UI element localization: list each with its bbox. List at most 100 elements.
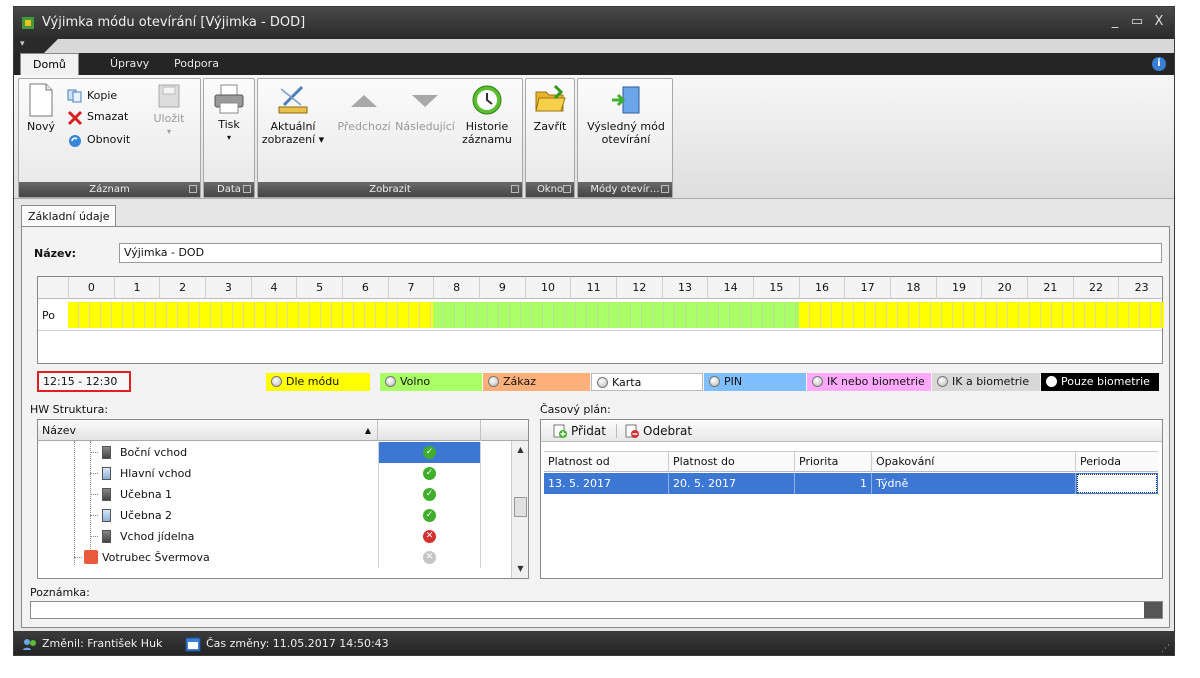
radio-icon[interactable] xyxy=(937,376,948,387)
radio-icon[interactable] xyxy=(597,377,608,388)
resize-grip-icon[interactable]: ⋰ xyxy=(1161,644,1170,654)
legend-item[interactable]: PIN xyxy=(704,373,806,391)
hw-tree-row[interactable]: Učebna 2 ✓ xyxy=(38,505,508,526)
legend-item[interactable]: IK nebo biometrie xyxy=(807,373,931,391)
save-dropdown-arrow: ▾ xyxy=(166,127,171,136)
hw-tree-row[interactable]: Hlavní vchod ✓ xyxy=(38,463,508,484)
hw-structure-tree[interactable]: Název ▲ Boční vchod ✓ Hlavní vchod ✓ Učebna 1… xyxy=(37,419,529,579)
dialog-launcher-icon[interactable] xyxy=(661,185,669,193)
ribbon-group-data: Tisk ▾ Data xyxy=(203,78,255,198)
legend-item[interactable]: Karta xyxy=(591,373,703,391)
legend-item[interactable]: IK a biometrie xyxy=(932,373,1040,391)
refresh-icon xyxy=(69,135,81,147)
refresh-button[interactable]: Obnovit xyxy=(67,131,147,149)
delete-button[interactable]: Smazat xyxy=(67,108,147,126)
note-expand-button[interactable] xyxy=(1144,602,1162,618)
radio-icon[interactable] xyxy=(1046,376,1057,387)
new-button[interactable]: Nový xyxy=(21,83,61,133)
info-icon[interactable]: i xyxy=(1152,57,1166,71)
tab-basic-info[interactable]: Základní údaje xyxy=(21,205,117,227)
cell-platnost-do[interactable]: 20. 5. 2017 xyxy=(669,473,795,494)
close-window-button[interactable]: Zavřít xyxy=(529,83,571,133)
toolbar-separator xyxy=(616,424,617,438)
radio-icon[interactable] xyxy=(271,376,282,387)
ok-icon: ✓ xyxy=(423,467,436,480)
cell-perioda[interactable] xyxy=(1077,474,1157,493)
dialog-launcher-icon[interactable] xyxy=(563,185,571,193)
hw-tree-row[interactable]: Učebna 1 ✓ xyxy=(38,484,508,505)
next-button[interactable]: Následující xyxy=(394,83,456,133)
hw-column-status[interactable] xyxy=(378,420,481,441)
legend-item[interactable]: Dle módu xyxy=(266,373,370,391)
col-platnost-do[interactable]: Platnost do xyxy=(669,452,795,472)
hw-tree-row[interactable]: Votrubec Švermova ✕ xyxy=(38,547,508,568)
col-priorita[interactable]: Priorita xyxy=(795,452,872,472)
tab-podpora[interactable]: Podpora xyxy=(162,53,231,75)
radio-icon[interactable] xyxy=(709,376,720,387)
note-field[interactable] xyxy=(30,601,1163,619)
cell-priorita[interactable]: 1 xyxy=(795,473,872,494)
cell-opakovani[interactable]: Týdně xyxy=(872,473,1076,494)
ribbon-group-zaznam: Nový Kopie Smazat Obnovit Uložit ▾ Zázna… xyxy=(18,78,201,198)
schedule-label: Časový plán: xyxy=(540,403,611,416)
save-button[interactable]: Uložit ▾ xyxy=(147,83,191,138)
scroll-thumb[interactable] xyxy=(514,497,527,517)
scroll-up-icon[interactable]: ▲ xyxy=(514,443,527,457)
dialog-launcher-icon[interactable] xyxy=(189,185,197,193)
cell-platnost-od[interactable]: 13. 5. 2017 xyxy=(544,473,669,494)
door-reader-icon xyxy=(102,467,111,480)
ok-icon: ✓ xyxy=(423,509,436,522)
name-field[interactable]: Výjimka - DOD xyxy=(119,243,1162,263)
hour-header-row: 0 1 2 3 4 5 6 7 8 9 10 11 12 13 14 15 16 17 18 19 20 21 22 23 xyxy=(38,277,1162,299)
add-schedule-button[interactable]: Přidat xyxy=(553,422,606,440)
tab-domu[interactable]: Domů xyxy=(20,53,79,76)
col-platnost-od[interactable]: Platnost od xyxy=(544,452,669,472)
ok-icon: ✓ xyxy=(423,488,436,501)
note-label: Poznámka: xyxy=(30,586,90,599)
legend-item[interactable]: Volno xyxy=(380,373,482,391)
hw-tree-row[interactable]: Vchod jídelna ✕ xyxy=(38,526,508,547)
timeline-segment[interactable] xyxy=(68,302,434,328)
close-button[interactable]: X xyxy=(1150,13,1168,31)
maximize-button[interactable]: ▭ xyxy=(1128,13,1146,31)
quick-access-dropdown[interactable]: ▾ xyxy=(20,39,25,49)
print-button[interactable]: Tisk ▾ xyxy=(208,83,250,144)
dialog-launcher-icon[interactable] xyxy=(243,185,251,193)
previous-button[interactable]: Předchozí xyxy=(336,83,392,133)
resulting-mode-button[interactable]: Výsledný mód otevírání xyxy=(582,83,670,146)
hw-column-name[interactable]: Název ▲ xyxy=(38,420,378,441)
hour-header-15: 15 xyxy=(753,277,799,299)
hw-item-name: Učebna 1 xyxy=(120,488,173,501)
legend-item[interactable]: Zákaz xyxy=(483,373,590,391)
current-view-button[interactable]: Aktuální zobrazení ▾ xyxy=(260,83,326,146)
group-label-zaznam-text: Záznam xyxy=(89,184,130,195)
copy-button[interactable]: Kopie xyxy=(67,87,147,105)
hour-header-23: 23 xyxy=(1118,277,1164,299)
scroll-down-icon[interactable]: ▼ xyxy=(514,562,527,576)
hour-timeline-grid[interactable]: 0 1 2 3 4 5 6 7 8 9 10 11 12 13 14 15 16 17 18 19 20 21 22 23 P… xyxy=(37,276,1164,364)
remove-schedule-button[interactable]: Odebrat xyxy=(625,422,692,440)
hour-header-6: 6 xyxy=(342,277,388,299)
hw-tree-row[interactable]: Boční vchod ✓ xyxy=(38,442,508,463)
col-opakovani[interactable]: Opakování xyxy=(872,452,1076,472)
group-label-mody: Módy otevír… xyxy=(578,182,672,197)
timeline-segment[interactable] xyxy=(798,302,1164,328)
schedule-table[interactable]: Přidat Odebrat Platnost od Platnost do P… xyxy=(540,419,1163,579)
legend-item[interactable]: Pouze biometrie xyxy=(1041,373,1159,391)
door-reader-icon xyxy=(102,509,111,522)
hour-header-1: 1 xyxy=(113,277,160,299)
minimize-button[interactable]: _ xyxy=(1106,13,1124,31)
hw-tree-scrollbar[interactable]: ▲ ▼ xyxy=(511,441,528,578)
record-history-button[interactable]: Historie záznamu xyxy=(458,83,516,146)
schedule-row[interactable]: 13. 5. 2017 20. 5. 2017 1 Týdně xyxy=(544,473,1158,494)
radio-icon[interactable] xyxy=(812,376,823,387)
radio-icon[interactable] xyxy=(488,376,499,387)
hour-header-3: 3 xyxy=(205,277,251,299)
col-perioda[interactable]: Perioda xyxy=(1076,452,1158,472)
dialog-launcher-icon[interactable] xyxy=(511,185,519,193)
legend-label: PIN xyxy=(724,375,743,388)
timeline-segment[interactable] xyxy=(433,302,799,328)
tab-upravy[interactable]: Úpravy xyxy=(98,53,161,75)
radio-icon[interactable] xyxy=(385,376,396,387)
hw-item-name: Učebna 2 xyxy=(120,509,173,522)
